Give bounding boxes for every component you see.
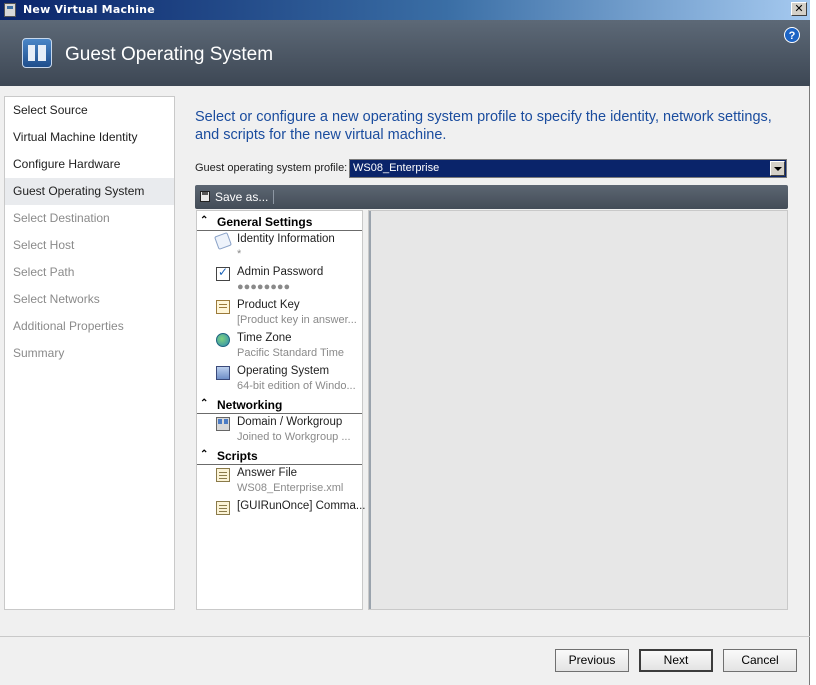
pane-splitter[interactable] <box>369 211 371 609</box>
wizard-steps-nav: Select Source Virtual Machine Identity C… <box>4 96 175 610</box>
footer-divider <box>0 636 810 637</box>
next-button[interactable]: Next <box>639 649 713 672</box>
help-icon[interactable]: ? <box>784 27 800 43</box>
group-label: Scripts <box>217 449 258 463</box>
setting-value: * <box>237 248 242 260</box>
nav-item-configure-hardware[interactable]: Configure Hardware <box>5 151 174 178</box>
setting-operating-system[interactable]: Operating System 64-bit edition of Windo… <box>197 364 362 397</box>
new-virtual-machine-window: New Virtual Machine ✕ Guest Operating Sy… <box>0 0 810 685</box>
setting-value: [Product key in answer... <box>237 314 357 326</box>
group-networking[interactable]: ⌃ Networking <box>197 396 362 414</box>
answer-file-icon <box>216 468 230 482</box>
save-icon[interactable] <box>200 191 210 202</box>
nav-item-select-host: Select Host <box>13 238 75 252</box>
settings-list: ⌃ General Settings Identity Information … <box>196 210 366 610</box>
setting-value: 64-bit edition of Windo... <box>237 380 356 392</box>
toolbar-separator <box>273 190 274 204</box>
collapse-icon[interactable]: ⌃ <box>200 449 208 460</box>
nav-item-guest-operating-system[interactable]: Guest Operating System <box>5 178 174 205</box>
operating-system-icon <box>216 366 230 380</box>
header-banner: Guest Operating System ? <box>0 20 810 86</box>
time-zone-icon <box>216 333 230 347</box>
setting-value: WS08_Enterprise.xml <box>237 482 344 494</box>
app-icon <box>4 3 16 17</box>
virtual-machine-icon <box>22 38 52 68</box>
setting-title: Admin Password <box>237 266 324 278</box>
setting-title: [GUIRunOnce] Comma... <box>237 500 366 512</box>
setting-value: ●●●●●●●● <box>237 281 291 293</box>
nav-item-virtual-machine-identity[interactable]: Virtual Machine Identity <box>5 124 174 151</box>
collapse-icon[interactable]: ⌃ <box>200 215 208 226</box>
nav-item-select-destination: Select Destination <box>13 211 110 225</box>
save-as-button[interactable]: Save as... <box>215 190 268 204</box>
domain-workgroup-icon <box>216 417 230 431</box>
setting-domain-workgroup[interactable]: Domain / Workgroup Joined to Workgroup .… <box>197 415 362 448</box>
group-general-settings[interactable]: ⌃ General Settings <box>197 213 362 231</box>
setting-title: Identity Information <box>237 233 335 245</box>
identity-icon <box>214 232 232 250</box>
setting-value: Pacific Standard Time <box>237 347 344 359</box>
setting-title: Operating System <box>237 365 330 377</box>
profile-dropdown[interactable]: WS08_Enterprise <box>349 159 787 178</box>
group-scripts[interactable]: ⌃ Scripts <box>197 447 362 465</box>
title-bar: New Virtual Machine ✕ <box>0 0 810 20</box>
setting-title: Product Key <box>237 299 300 311</box>
setting-title: Answer File <box>237 467 298 479</box>
background-window-edge <box>810 0 816 685</box>
setting-detail-pane <box>368 210 788 610</box>
window-title: New Virtual Machine <box>23 3 155 16</box>
nav-item-additional-properties: Additional Properties <box>13 319 124 333</box>
collapse-icon[interactable]: ⌃ <box>200 398 208 409</box>
cancel-button[interactable]: Cancel <box>723 649 797 672</box>
setting-admin-password[interactable]: Admin Password ●●●●●●●● <box>197 265 362 298</box>
admin-password-icon <box>216 265 230 281</box>
setting-identity-information[interactable]: Identity Information * <box>197 232 362 265</box>
setting-title: Domain / Workgroup <box>237 416 343 428</box>
previous-button[interactable]: Previous <box>555 649 629 672</box>
chevron-down-icon[interactable] <box>770 161 785 176</box>
page-title: Guest Operating System <box>65 44 274 65</box>
profile-dropdown-value: WS08_Enterprise <box>353 162 440 174</box>
nav-item-select-source[interactable]: Select Source <box>5 97 174 124</box>
nav-item-select-networks: Select Networks <box>13 292 100 306</box>
setting-guirunonce-commands[interactable]: [GUIRunOnce] Comma... <box>197 499 366 532</box>
nav-item-select-path: Select Path <box>13 265 75 279</box>
intro-text: Select or configure a new operating syst… <box>195 109 772 143</box>
profile-label: Guest operating system profile: <box>195 162 348 174</box>
close-button[interactable]: ✕ <box>791 2 807 16</box>
setting-answer-file[interactable]: Answer File WS08_Enterprise.xml <box>197 466 362 499</box>
setting-time-zone[interactable]: Time Zone Pacific Standard Time <box>197 331 362 364</box>
product-key-icon <box>216 300 230 314</box>
settings-toolbar: Save as... <box>195 185 788 209</box>
setting-value: Joined to Workgroup ... <box>237 431 351 443</box>
script-icon <box>216 501 230 515</box>
nav-item-summary: Summary <box>13 346 65 360</box>
setting-title: Time Zone <box>237 332 292 344</box>
group-label: General Settings <box>217 215 313 229</box>
group-label: Networking <box>217 398 283 412</box>
setting-product-key[interactable]: Product Key [Product key in answer... <box>197 298 362 331</box>
